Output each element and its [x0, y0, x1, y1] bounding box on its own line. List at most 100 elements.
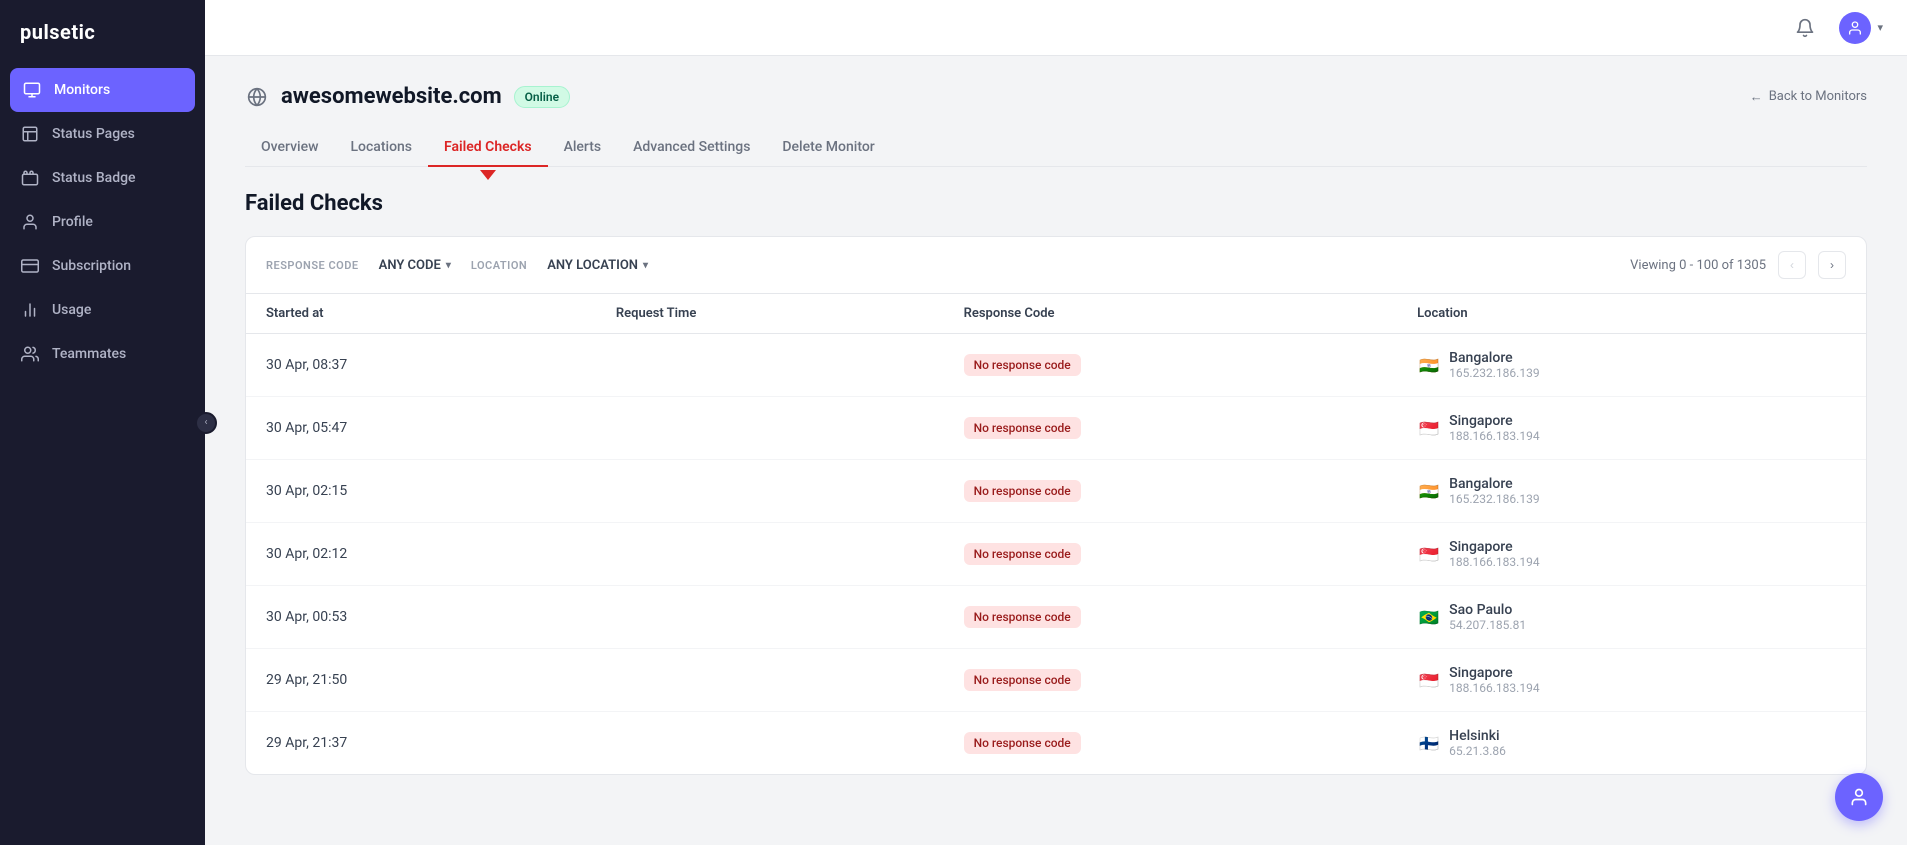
app-logo: pulsetic: [0, 0, 205, 68]
response-code-value: ANY CODE: [379, 258, 441, 273]
cell-started-at: 30 Apr, 08:37: [246, 334, 596, 397]
location-ip: 54.207.185.81: [1449, 618, 1526, 632]
response-code-filter-label: RESPONSE CODE: [266, 259, 359, 272]
monitor-header: awesomewebsite.com Online ← Back to Moni…: [245, 84, 1867, 109]
cell-location: 🇸🇬 Singapore 188.166.183.194: [1397, 523, 1866, 586]
chevron-down-icon: ▾: [1877, 21, 1883, 34]
cell-request-time: [596, 649, 944, 712]
location-flag: 🇮🇳: [1417, 479, 1441, 503]
location-filter-select[interactable]: ANY LOCATION ▾: [547, 258, 648, 273]
sidebar-label-monitors: Monitors: [54, 82, 110, 98]
failed-checks-table: Started at Request Time Response Code Lo…: [246, 294, 1866, 774]
cell-location: 🇮🇳 Bangalore 165.232.186.139: [1397, 334, 1866, 397]
cell-started-at: 30 Apr, 02:12: [246, 523, 596, 586]
tab-failed-checks[interactable]: Failed Checks: [428, 129, 548, 167]
tab-overview[interactable]: Overview: [245, 129, 334, 167]
location-info: Singapore 188.166.183.194: [1449, 665, 1539, 695]
prev-page-button[interactable]: ‹: [1778, 251, 1806, 279]
back-arrow-icon: ←: [1750, 89, 1763, 105]
cell-request-time: [596, 334, 944, 397]
tab-advanced-settings[interactable]: Advanced Settings: [617, 129, 766, 167]
monitor-title: awesomewebsite.com: [281, 84, 502, 109]
page-title: Failed Checks: [245, 191, 1867, 216]
sidebar-item-monitors[interactable]: Monitors: [10, 68, 195, 112]
sidebar-item-profile[interactable]: Profile: [0, 200, 205, 244]
next-page-button[interactable]: ›: [1818, 251, 1846, 279]
tab-alerts[interactable]: Alerts: [548, 129, 618, 167]
sidebar-item-subscription[interactable]: Subscription: [0, 244, 205, 288]
cell-request-time: [596, 586, 944, 649]
location-name: Sao Paulo: [1449, 602, 1526, 618]
cell-started-at: 30 Apr, 02:15: [246, 460, 596, 523]
cell-request-time: [596, 460, 944, 523]
sidebar-collapse-button[interactable]: ‹: [195, 412, 217, 434]
status-badge: Online: [514, 86, 570, 108]
cell-response-code: No response code: [944, 523, 1398, 586]
location-info: Singapore 188.166.183.194: [1449, 413, 1539, 443]
location-info: Helsinki 65.21.3.86: [1449, 728, 1506, 758]
status-badge-icon: [20, 168, 40, 188]
sidebar-item-status-badge[interactable]: Status Badge: [0, 156, 205, 200]
location-cell: 🇸🇬 Singapore 188.166.183.194: [1417, 539, 1846, 569]
tab-delete-monitor[interactable]: Delete Monitor: [766, 129, 890, 167]
cell-request-time: [596, 712, 944, 775]
subscription-icon: [20, 256, 40, 276]
sidebar-item-status-pages[interactable]: Status Pages: [0, 112, 205, 156]
location-chevron-icon: ▾: [643, 260, 648, 271]
sidebar-label-teammates: Teammates: [52, 346, 126, 362]
location-ip: 188.166.183.194: [1449, 681, 1539, 695]
col-location: Location: [1397, 294, 1866, 334]
response-badge: No response code: [964, 417, 1081, 439]
cell-location: 🇸🇬 Singapore 188.166.183.194: [1397, 397, 1866, 460]
avatar: [1839, 12, 1871, 44]
col-started-at: Started at: [246, 294, 596, 334]
response-badge: No response code: [964, 480, 1081, 502]
location-name: Singapore: [1449, 539, 1539, 555]
location-cell: 🇸🇬 Singapore 188.166.183.194: [1417, 413, 1846, 443]
sidebar-label-subscription: Subscription: [52, 258, 131, 274]
sidebar: pulsetic Monitors Status Pages: [0, 0, 205, 845]
location-info: Bangalore 165.232.186.139: [1449, 476, 1539, 506]
sidebar-nav: Monitors Status Pages Status Badge: [0, 68, 205, 845]
location-flag: 🇸🇬: [1417, 416, 1441, 440]
response-badge: No response code: [964, 732, 1081, 754]
location-flag: 🇸🇬: [1417, 542, 1441, 566]
cell-started-at: 29 Apr, 21:37: [246, 712, 596, 775]
cell-response-code: No response code: [944, 586, 1398, 649]
tab-active-arrow: [480, 170, 496, 180]
table-row: 30 Apr, 02:15 No response code 🇮🇳 Bangal…: [246, 460, 1866, 523]
globe-icon: [245, 85, 269, 109]
location-ip: 165.232.186.139: [1449, 492, 1539, 506]
cell-response-code: No response code: [944, 712, 1398, 775]
status-pages-icon: [20, 124, 40, 144]
location-info: Sao Paulo 54.207.185.81: [1449, 602, 1526, 632]
location-info: Bangalore 165.232.186.139: [1449, 350, 1539, 380]
monitor-icon: [22, 80, 42, 100]
cell-response-code: No response code: [944, 397, 1398, 460]
col-request-time: Request Time: [596, 294, 944, 334]
sidebar-label-status-badge: Status Badge: [52, 170, 136, 186]
col-response-code: Response Code: [944, 294, 1398, 334]
back-to-monitors-link[interactable]: ← Back to Monitors: [1750, 89, 1867, 105]
profile-icon: [20, 212, 40, 232]
location-flag: 🇸🇬: [1417, 668, 1441, 692]
notifications-button[interactable]: [1787, 10, 1823, 46]
table-row: 30 Apr, 05:47 No response code 🇸🇬 Singap…: [246, 397, 1866, 460]
location-name: Singapore: [1449, 665, 1539, 681]
cell-location: 🇸🇬 Singapore 188.166.183.194: [1397, 649, 1866, 712]
cell-location: 🇮🇳 Bangalore 165.232.186.139: [1397, 460, 1866, 523]
cell-started-at: 30 Apr, 05:47: [246, 397, 596, 460]
location-flag: 🇧🇷: [1417, 605, 1441, 629]
sidebar-item-teammates[interactable]: Teammates: [0, 332, 205, 376]
user-menu[interactable]: ▾: [1839, 12, 1883, 44]
sidebar-item-usage[interactable]: Usage: [0, 288, 205, 332]
response-code-filter-select[interactable]: ANY CODE ▾: [379, 258, 451, 273]
support-fab[interactable]: [1835, 773, 1883, 821]
location-cell: 🇧🇷 Sao Paulo 54.207.185.81: [1417, 602, 1846, 632]
cell-started-at: 29 Apr, 21:50: [246, 649, 596, 712]
cell-location: 🇧🇷 Sao Paulo 54.207.185.81: [1397, 586, 1866, 649]
topbar: ▾: [205, 0, 1907, 56]
cell-location: 🇫🇮 Helsinki 65.21.3.86: [1397, 712, 1866, 775]
tab-locations[interactable]: Locations: [334, 129, 428, 167]
cell-request-time: [596, 523, 944, 586]
